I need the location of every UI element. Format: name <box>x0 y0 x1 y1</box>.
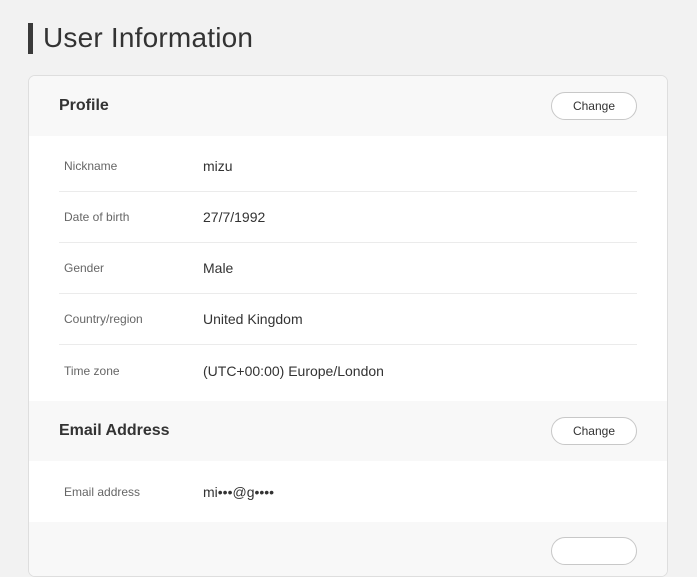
profile-row-gender: Gender Male <box>59 243 637 294</box>
email-section-title: Email Address <box>59 422 170 439</box>
gender-value: Male <box>203 260 234 276</box>
next-section-change-button[interactable] <box>551 537 637 565</box>
email-address-label: Email address <box>64 484 141 499</box>
date-of-birth-value: 27/7/1992 <box>203 209 266 225</box>
profile-row-date-of-birth: Date of birth 27/7/1992 <box>59 192 637 243</box>
time-zone-label: Time zone <box>64 363 120 378</box>
profile-change-button[interactable]: Change <box>551 92 637 120</box>
country-region-label: Country/region <box>64 312 143 326</box>
profile-row-time-zone: Time zone (UTC+00:00) Europe/London <box>59 345 637 396</box>
nickname-value: mizu <box>203 158 233 174</box>
nickname-label: Nickname <box>64 159 118 173</box>
time-zone-value: (UTC+00:00) Europe/London <box>203 362 384 379</box>
date-of-birth-label: Date of birth <box>64 210 130 224</box>
next-section-header <box>29 522 667 576</box>
email-change-button[interactable]: Change <box>551 417 637 445</box>
email-rows: Email address mi•••@g•••• <box>29 461 667 522</box>
title-accent-bar <box>28 22 33 54</box>
profile-rows: Nickname mizu Date of birth 27/7/1992 Ge… <box>29 136 667 401</box>
user-info-card: Profile Change Nickname mizu Date of bir… <box>28 75 668 577</box>
page-title: User Information <box>43 22 254 53</box>
email-address-value: mi•••@g•••• <box>203 483 275 500</box>
email-row-address: Email address mi•••@g•••• <box>59 466 637 517</box>
page-header: User Information <box>28 22 253 54</box>
profile-section-header: Profile Change <box>29 76 667 136</box>
profile-row-nickname: Nickname mizu <box>59 141 637 192</box>
profile-section-title: Profile <box>59 97 109 114</box>
country-region-value: United Kingdom <box>203 311 303 327</box>
profile-row-country-region: Country/region United Kingdom <box>59 294 637 345</box>
email-section-header: Email Address Change <box>29 401 667 461</box>
gender-label: Gender <box>64 261 105 275</box>
